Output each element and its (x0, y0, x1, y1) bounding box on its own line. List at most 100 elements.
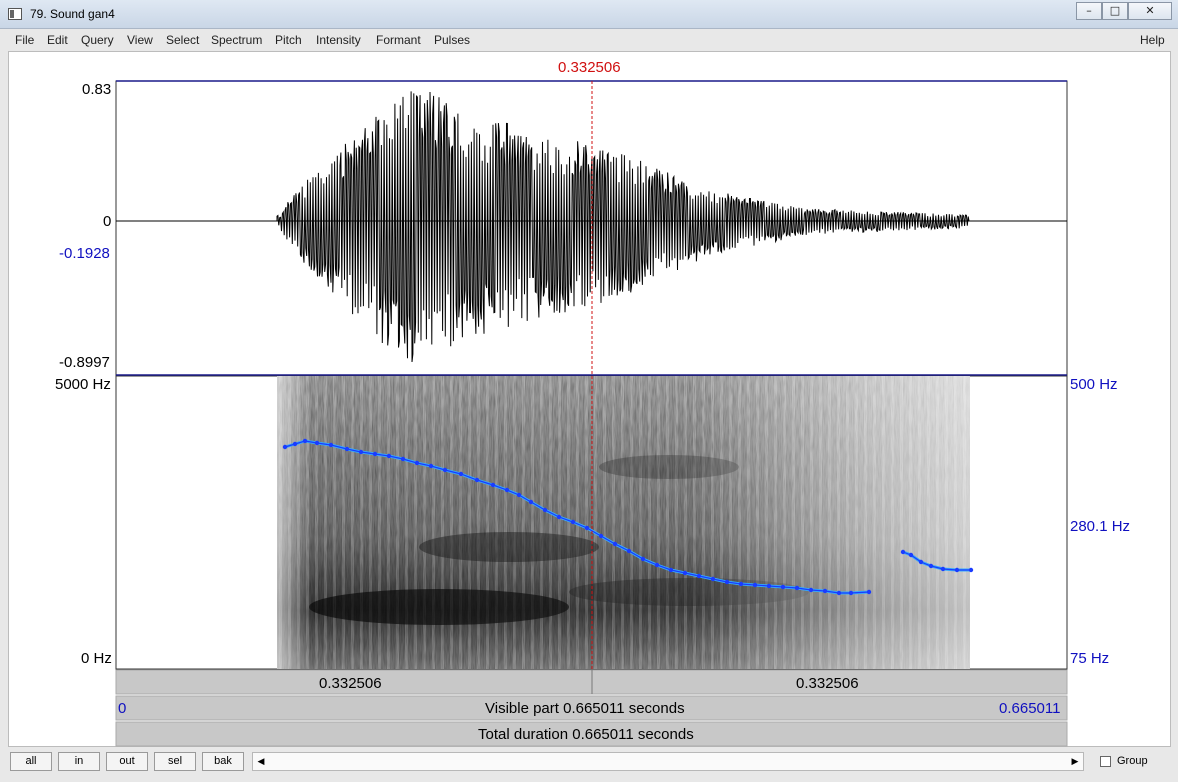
wave-zero-label: 0 (103, 213, 112, 230)
pitch-point (282, 444, 288, 450)
pitch-point (668, 567, 674, 573)
pitch-point (428, 463, 434, 469)
bottom-toolbar: all in out sel bak ◀ ▶ Group (8, 747, 1171, 779)
pitch-point (612, 541, 618, 547)
pitch-point (908, 552, 914, 558)
scroll-right-icon[interactable]: ▶ (1067, 753, 1083, 770)
title-bar: 79. Sound gan4 – □ ✕ (0, 0, 1178, 29)
pitch-point (822, 588, 828, 594)
wave-cursor-value: -0.1928 (59, 245, 110, 262)
time-bar-right-label: 0.332506 (796, 675, 859, 692)
pitch-point (328, 442, 334, 448)
minimize-icon[interactable]: – (1076, 2, 1102, 20)
pitch-top-label: 500 Hz (1070, 376, 1118, 393)
pitch-point (344, 446, 350, 452)
menu-file[interactable]: File (15, 33, 34, 47)
pitch-point (516, 492, 522, 498)
pitch-cursor-label: 280.1 Hz (1070, 518, 1131, 535)
menu-view[interactable]: View (127, 33, 153, 47)
zoom-in-button[interactable]: in (58, 752, 100, 771)
pitch-point (710, 576, 716, 582)
pitch-point (780, 584, 786, 590)
editor-svg (115, 80, 1068, 747)
pitch-point (738, 581, 744, 587)
scroll-left-icon[interactable]: ◀ (253, 753, 269, 770)
window-controls: – □ ✕ (1076, 2, 1172, 21)
pitch-point (292, 441, 298, 447)
pitch-point (954, 567, 960, 573)
menu-bar: File Edit Query View Select Spectrum Pit… (8, 29, 1170, 51)
pitch-point (556, 514, 562, 520)
app-icon (8, 8, 22, 20)
group-checkbox[interactable] (1100, 756, 1111, 767)
wave-min-label: -0.8997 (59, 354, 110, 371)
pitch-point (626, 548, 632, 554)
cursor-time-label: 0.332506 (558, 59, 621, 76)
total-duration-label: Total duration 0.665011 seconds (478, 726, 694, 743)
spectrogram-image (277, 376, 970, 669)
pitch-point (808, 587, 814, 593)
wave-max-label: 0.83 (82, 81, 112, 98)
maximize-icon[interactable]: □ (1102, 2, 1128, 20)
pitch-point (848, 590, 854, 596)
pitch-point (542, 507, 548, 513)
zoom-back-button[interactable]: bak (202, 752, 244, 771)
group-label: Group (1117, 755, 1148, 767)
menu-spectrum[interactable]: Spectrum (211, 33, 262, 47)
pitch-point (794, 585, 800, 591)
pitch-point (866, 589, 872, 595)
zoom-out-button[interactable]: out (106, 752, 148, 771)
pitch-point (372, 451, 378, 457)
close-icon[interactable]: ✕ (1128, 2, 1172, 20)
pitch-point (654, 562, 660, 568)
pitch-point (766, 583, 772, 589)
time-scrollbar[interactable]: ◀ ▶ (252, 752, 1084, 771)
menu-formant[interactable]: Formant (376, 33, 421, 47)
pitch-point (302, 438, 308, 444)
pitch-point (900, 549, 906, 555)
pitch-point (928, 563, 934, 569)
pitch-bottom-label: 75 Hz (1070, 650, 1110, 667)
pitch-point (598, 533, 604, 539)
menu-edit[interactable]: Edit (47, 33, 68, 47)
pitch-point (940, 566, 946, 572)
visible-start-label: 0 (118, 700, 127, 717)
pitch-point (504, 487, 510, 493)
spec-top-label: 5000 Hz (55, 376, 111, 393)
visible-part-label: Visible part 0.665011 seconds (485, 700, 685, 717)
menu-pitch[interactable]: Pitch (275, 33, 302, 47)
pitch-point (836, 590, 842, 596)
pitch-point (724, 579, 730, 585)
menu-help[interactable]: Help (1140, 33, 1165, 47)
pitch-point (752, 582, 758, 588)
zoom-all-button[interactable]: all (10, 752, 52, 771)
pitch-point (414, 460, 420, 466)
sound-editor-canvas[interactable]: 0.332506 0.83 0 -0.1928 -0.8997 5000 Hz … (8, 51, 1171, 747)
spec-bottom-label: 0 Hz (81, 650, 112, 667)
pitch-point (696, 573, 702, 579)
pitch-point (968, 567, 974, 573)
window-border (1171, 29, 1178, 782)
time-bar-left-label: 0.332506 (319, 675, 382, 692)
pitch-point (528, 499, 534, 505)
pitch-point (474, 477, 480, 483)
pitch-point (386, 453, 392, 459)
pitch-point (314, 440, 320, 446)
pitch-point (570, 519, 576, 525)
pitch-point (442, 467, 448, 473)
pitch-point (640, 556, 646, 562)
pitch-point (400, 456, 406, 462)
menu-pulses[interactable]: Pulses (434, 33, 470, 47)
pitch-point (918, 559, 924, 565)
zoom-selection-button[interactable]: sel (154, 752, 196, 771)
menu-select[interactable]: Select (166, 33, 199, 47)
pitch-point (584, 525, 590, 531)
pitch-point (682, 570, 688, 576)
pitch-point (358, 449, 364, 455)
window-title: 79. Sound gan4 (30, 7, 115, 21)
menu-query[interactable]: Query (81, 33, 114, 47)
menu-intensity[interactable]: Intensity (316, 33, 361, 47)
visible-end-label: 0.665011 (999, 700, 1061, 717)
pitch-point (490, 482, 496, 488)
pitch-point (458, 471, 464, 477)
